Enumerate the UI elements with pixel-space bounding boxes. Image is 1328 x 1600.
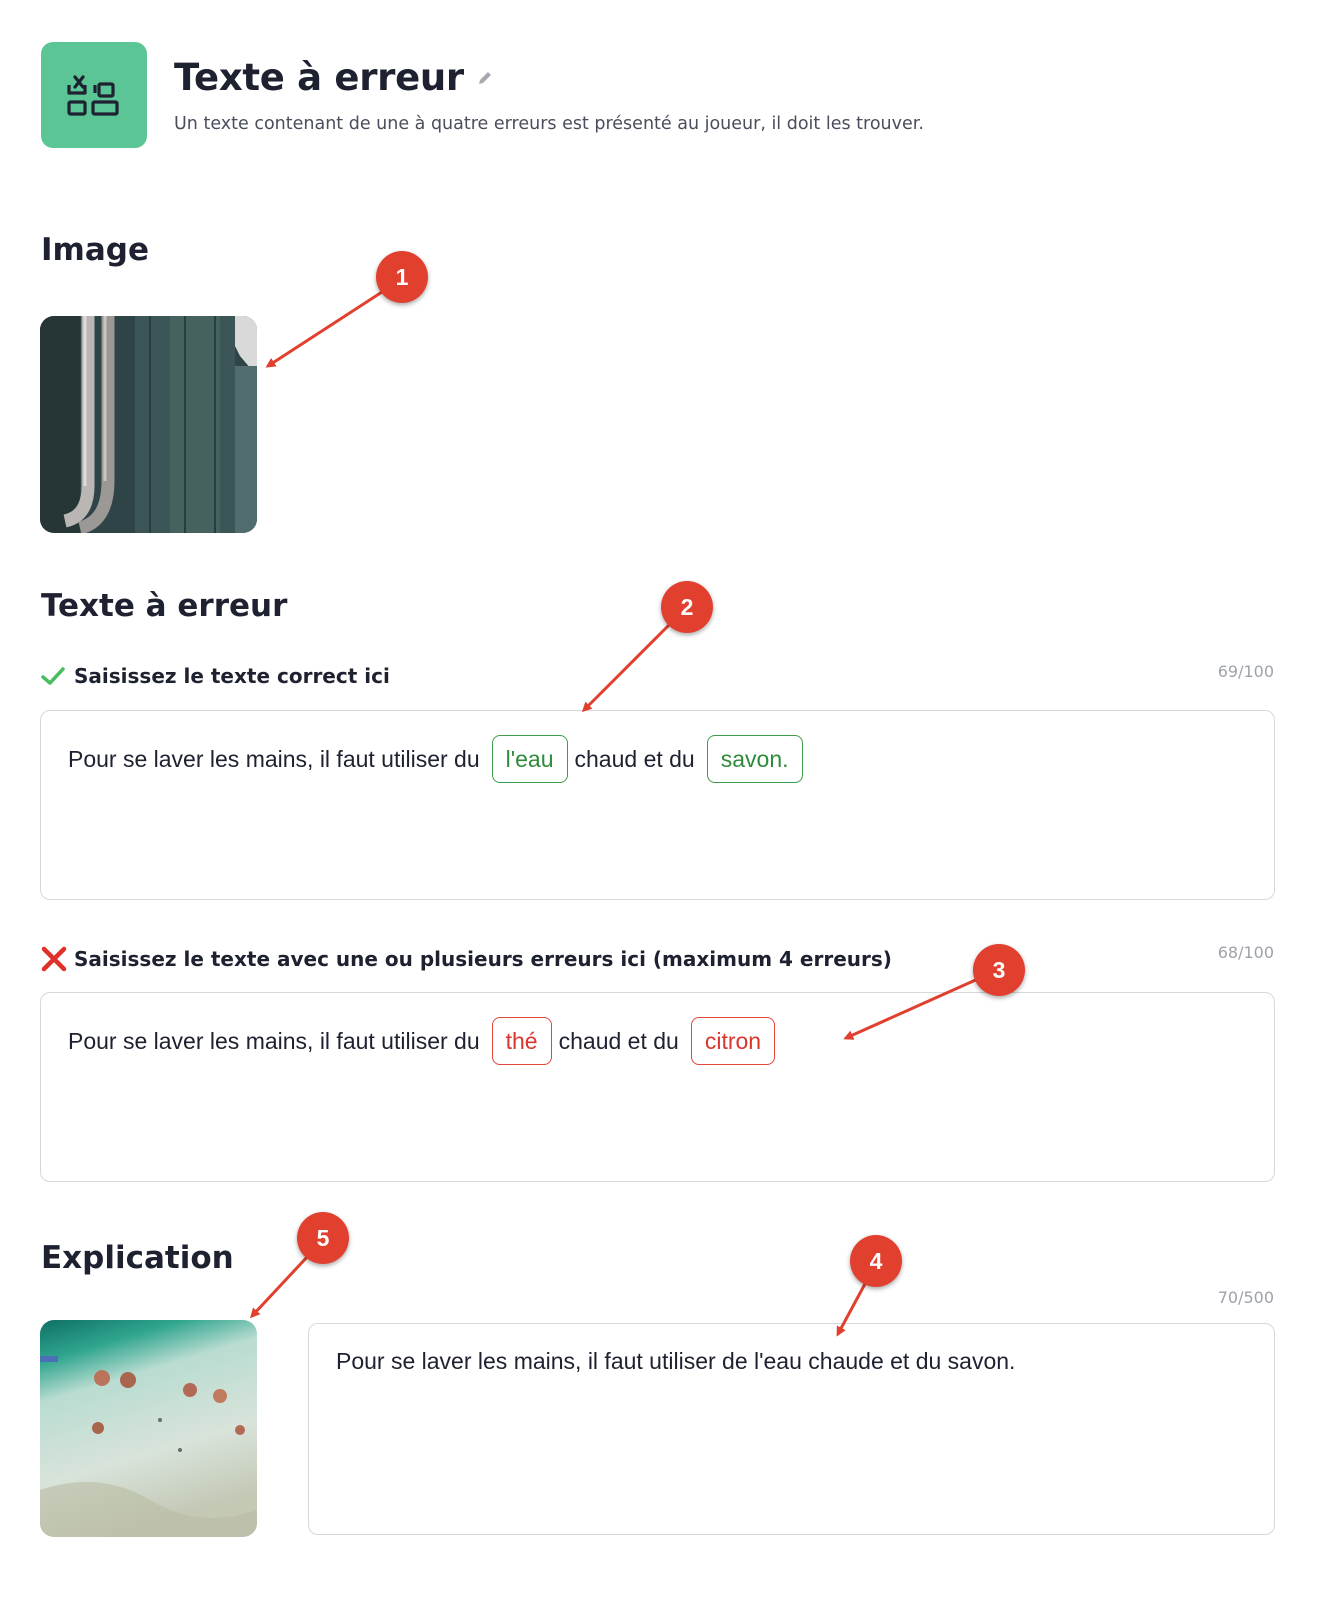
error-text-content: Pour se laver les mains, il faut utilise…	[68, 1017, 782, 1065]
error-text-section-title: Texte à erreur	[41, 588, 288, 624]
explanation-counter: 70/500	[1217, 1288, 1274, 1307]
image-section-title: Image	[41, 232, 149, 268]
correct-text-label-text: Saisissez le texte correct ici	[74, 664, 390, 688]
error-text-counter: 68/100	[1217, 943, 1274, 962]
error-word-chip[interactable]: thé	[491, 1017, 552, 1065]
error-text-label-text: Saisissez le texte avec une ou plusieurs…	[74, 947, 892, 971]
correct-text-label: Saisissez le texte correct ici	[40, 664, 390, 688]
correct-word-chip[interactable]: savon.	[706, 735, 803, 783]
checkmark-icon	[40, 665, 70, 687]
annotation-badge-5: 5	[297, 1212, 349, 1264]
correct-text-input[interactable]: Pour se laver les mains, il faut utilise…	[40, 710, 1275, 900]
annotation-arrow-2	[581, 620, 674, 713]
error-word-chip[interactable]: citron	[690, 1017, 776, 1065]
correct-text-middle: chaud et du	[574, 745, 695, 772]
layout-grid-icon	[67, 75, 119, 116]
explanation-image[interactable]	[40, 1320, 257, 1537]
annotation-badge-4: 4	[850, 1235, 902, 1287]
page-subtitle: Un texte contenant de une à quatre erreu…	[174, 114, 924, 134]
error-text-input[interactable]: Pour se laver les mains, il faut utilise…	[40, 992, 1275, 1182]
error-text-label: Saisissez le texte avec une ou plusieurs…	[40, 945, 892, 973]
annotation-badge-3: 3	[973, 944, 1025, 996]
activity-image[interactable]	[40, 316, 257, 533]
page-title-text: Texte à erreur	[174, 56, 464, 99]
annotation-badge-2: 2	[661, 581, 713, 633]
annotation-arrow-5	[249, 1254, 310, 1319]
correct-text-before: Pour se laver les mains, il faut utilise…	[68, 745, 480, 772]
error-text-before: Pour se laver les mains, il faut utilise…	[68, 1027, 480, 1054]
annotation-arrow-1	[265, 290, 383, 368]
correct-word-chip[interactable]: l'eau	[491, 735, 568, 783]
explanation-text: Pour se laver les mains, il faut utilise…	[336, 1348, 1016, 1374]
error-text-middle: chaud et du	[558, 1027, 679, 1054]
explanation-section-title: Explication	[41, 1240, 234, 1276]
activity-type-icon	[41, 42, 147, 148]
cross-icon	[40, 945, 70, 973]
correct-text-content: Pour se laver les mains, il faut utilise…	[68, 735, 810, 783]
pencil-icon[interactable]	[476, 69, 494, 87]
correct-text-counter: 69/100	[1217, 662, 1274, 681]
page-title: Texte à erreur	[174, 56, 494, 99]
explanation-input[interactable]: Pour se laver les mains, il faut utilise…	[308, 1323, 1275, 1535]
annotation-badge-1: 1	[376, 251, 428, 303]
